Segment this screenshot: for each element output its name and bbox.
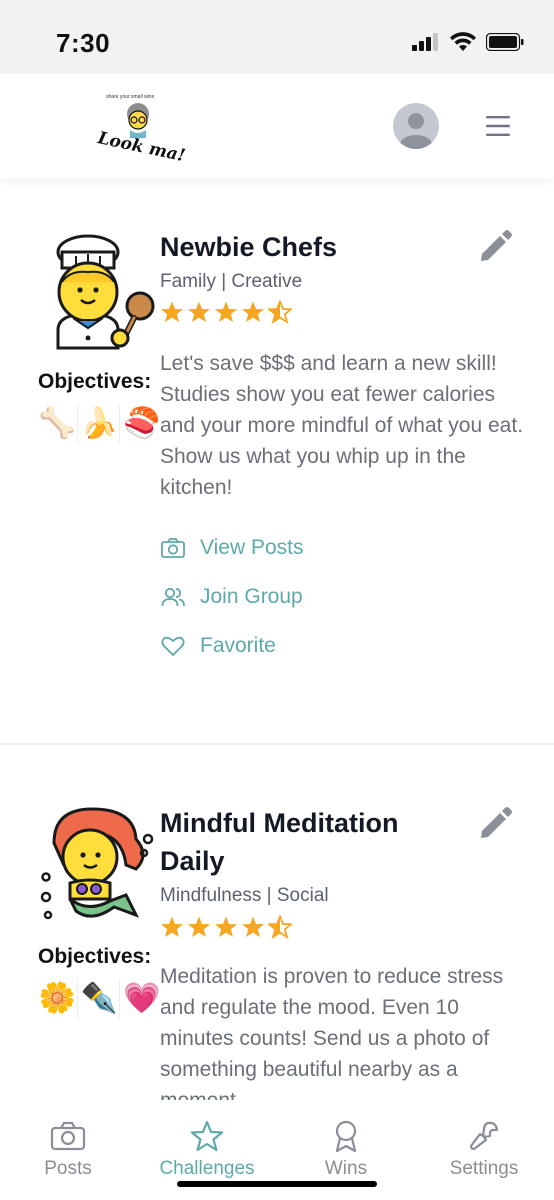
battery-icon bbox=[486, 32, 524, 51]
rating-stars bbox=[160, 300, 292, 328]
hamburger-menu-icon[interactable] bbox=[484, 114, 512, 138]
challenge-description: Meditation is proven to reduce stress an… bbox=[160, 965, 504, 1100]
challenge-card: Objectives: 🦴 🍌 🍣 Newbie Chefs Family | … bbox=[0, 178, 554, 744]
sushi-icon: 🍣 bbox=[123, 407, 161, 440]
app-header: share your small wins Look ma! bbox=[0, 74, 554, 178]
user-icon bbox=[400, 113, 432, 149]
pencil-icon[interactable] bbox=[476, 805, 514, 843]
tab-label: Challenges bbox=[159, 1158, 255, 1179]
heart-icon: 💗 bbox=[123, 982, 161, 1015]
home-indicator bbox=[177, 1181, 377, 1187]
challenges-list[interactable]: Objectives: 🦴 🍌 🍣 Newbie Chefs Family | … bbox=[0, 178, 554, 1100]
tab-label: Settings bbox=[449, 1158, 519, 1179]
star-full-icon bbox=[161, 301, 183, 322]
pen-icon: ✒️ bbox=[80, 979, 120, 1019]
star-full-icon bbox=[242, 916, 264, 937]
favorite-button[interactable]: Favorite bbox=[160, 631, 276, 661]
status-icons bbox=[412, 32, 524, 51]
status-bar: 7:30 bbox=[0, 0, 554, 74]
camera-icon bbox=[161, 538, 185, 558]
join-group-button[interactable]: Join Group bbox=[160, 582, 303, 612]
star-half-icon bbox=[268, 915, 292, 939]
favorite-label: Favorite bbox=[200, 634, 276, 657]
objective-icons: 🌼 ✒️ 💗 bbox=[38, 979, 162, 1019]
wrench-icon bbox=[469, 1121, 499, 1151]
star-full-icon bbox=[215, 301, 237, 322]
objective-icons: 🦴 🍌 🍣 bbox=[38, 404, 162, 444]
challenge-tags: Family | Creative bbox=[160, 271, 303, 292]
star-full-icon bbox=[188, 916, 210, 937]
challenge-description: Let's save $$$ and learn a new skill! St… bbox=[160, 352, 524, 499]
flower-icon: 🌼 bbox=[38, 979, 78, 1019]
challenge-card: Objectives: 🌼 ✒️ 💗 Mindful Meditation Da… bbox=[0, 745, 554, 1100]
heart-icon bbox=[161, 636, 185, 656]
star-full-icon bbox=[161, 916, 183, 937]
bone-icon: 🦴 bbox=[38, 404, 78, 444]
join-group-label: Join Group bbox=[200, 585, 303, 608]
status-time: 7:30 bbox=[56, 28, 111, 58]
wifi-icon bbox=[450, 32, 476, 51]
award-icon bbox=[335, 1120, 357, 1152]
challenge-title[interactable]: Mindful Meditation Daily bbox=[160, 804, 460, 880]
tab-posts[interactable]: Posts bbox=[8, 1120, 128, 1180]
tab-settings[interactable]: Settings bbox=[424, 1120, 544, 1180]
star-full-icon bbox=[242, 301, 264, 322]
view-posts-label: View Posts bbox=[200, 536, 304, 559]
tab-label: Wins bbox=[324, 1158, 368, 1179]
avatar[interactable] bbox=[393, 103, 439, 149]
users-icon bbox=[161, 587, 185, 607]
pencil-icon[interactable] bbox=[476, 228, 514, 266]
camera-icon bbox=[50, 1121, 86, 1151]
tab-challenges[interactable]: Challenges bbox=[147, 1120, 267, 1180]
signal-icon bbox=[412, 32, 438, 51]
star-half-icon bbox=[268, 300, 292, 324]
challenge-title[interactable]: Newbie Chefs bbox=[160, 228, 460, 266]
tab-label: Posts bbox=[44, 1158, 92, 1179]
star-full-icon bbox=[188, 301, 210, 322]
mermaid-icon bbox=[40, 807, 154, 920]
objectives-label: Objectives: bbox=[38, 945, 152, 968]
app-logo[interactable]: share your small wins Look ma! bbox=[96, 94, 187, 166]
objectives-label: Objectives: bbox=[38, 370, 152, 393]
view-posts-button[interactable]: View Posts bbox=[160, 533, 304, 563]
star-icon bbox=[190, 1120, 224, 1152]
star-full-icon bbox=[215, 916, 237, 937]
banana-icon: 🍌 bbox=[80, 404, 120, 444]
rating-stars bbox=[160, 915, 292, 943]
challenge-tags: Mindfulness | Social bbox=[160, 885, 329, 906]
tab-wins[interactable]: Wins bbox=[286, 1120, 406, 1180]
chef-icon bbox=[56, 234, 155, 350]
